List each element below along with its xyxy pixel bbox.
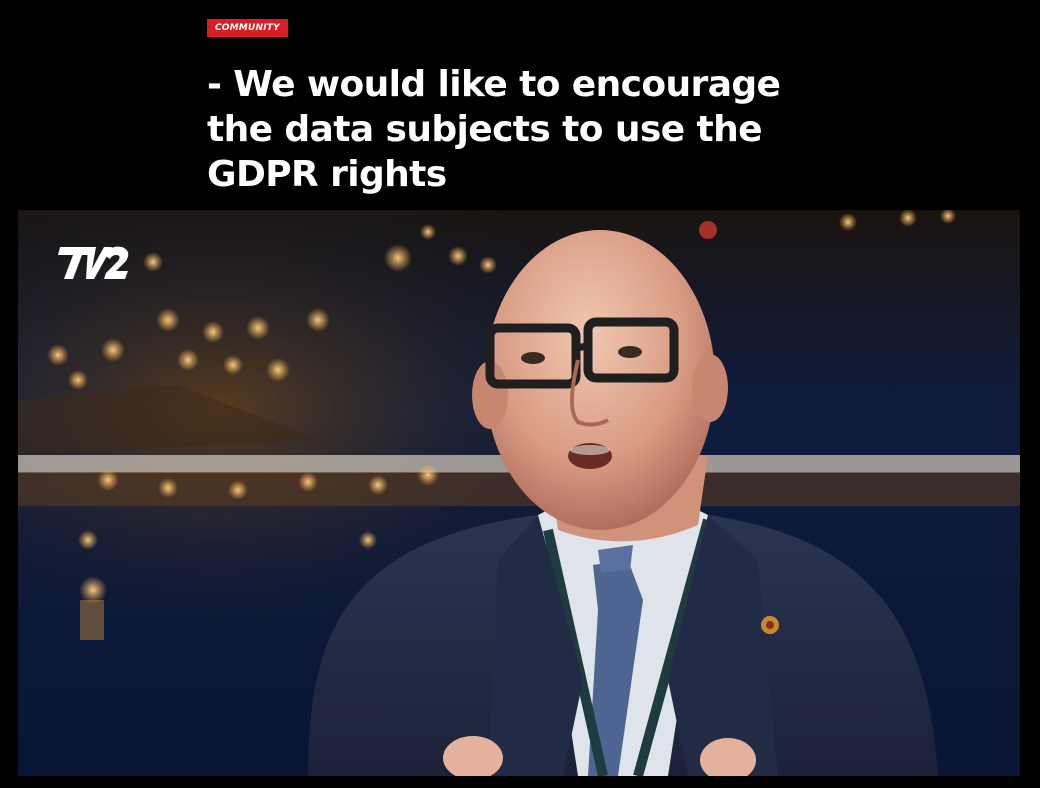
category-badge[interactable]: COMMUNITY [207, 19, 288, 37]
article-page: COMMUNITY - We would like to encourage t… [0, 0, 1040, 788]
article-headline[interactable]: - We would like to encourage the data su… [207, 62, 827, 197]
video-still [18, 210, 1020, 776]
video-frame[interactable] [18, 210, 1020, 776]
channel-logo-icon [58, 246, 129, 279]
